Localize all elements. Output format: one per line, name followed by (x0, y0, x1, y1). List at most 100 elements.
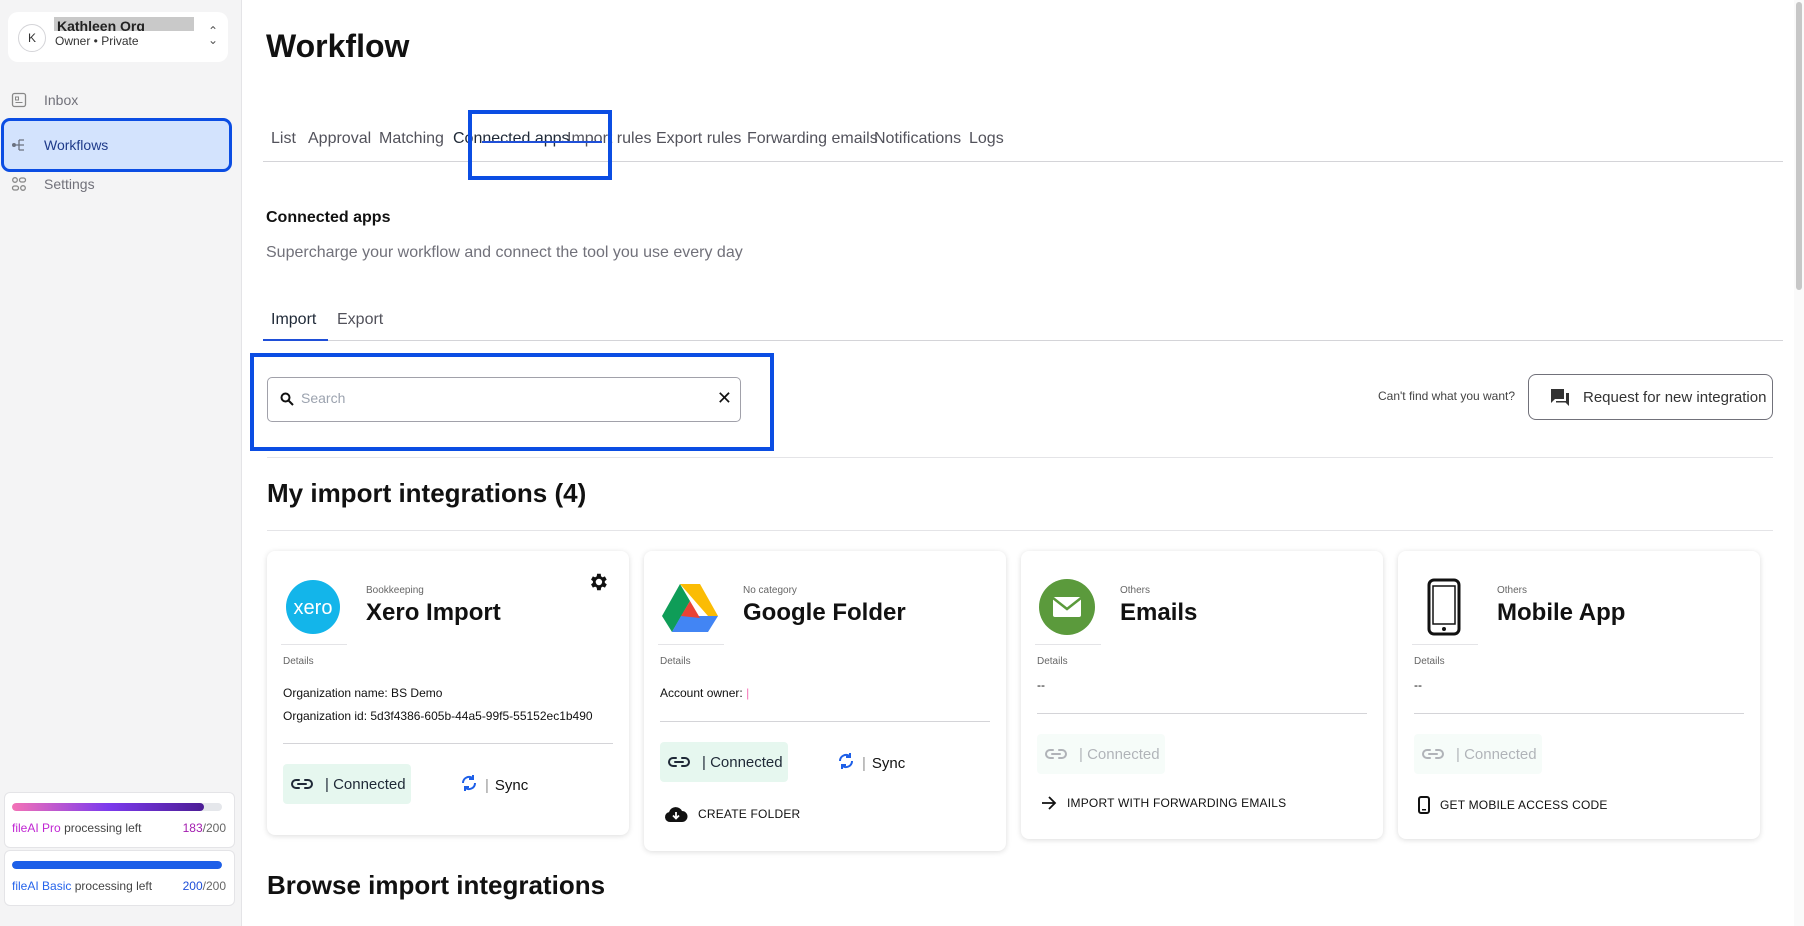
chevron-updown-icon: ⌃ ⌄ (207, 24, 218, 47)
clear-icon[interactable]: ✕ (717, 388, 732, 409)
search-input[interactable] (301, 390, 701, 406)
import-forwarding-emails-button[interactable]: IMPORT WITH FORWARDING EMAILS (1041, 796, 1286, 810)
import-forwarding-label: IMPORT WITH FORWARDING EMAILS (1067, 796, 1287, 810)
card-name: Xero Import (366, 599, 501, 626)
integration-card-emails[interactable]: Others Emails Details -- | Connected IMP… (1021, 551, 1383, 839)
quota-text: processing left (74, 879, 153, 893)
card-name: Emails (1120, 599, 1198, 626)
create-folder-button[interactable]: CREATE FOLDER (664, 805, 800, 823)
scrollbar[interactable] (1794, 0, 1804, 926)
connected-label: | Connected (702, 753, 783, 771)
email-logo (1035, 575, 1099, 639)
sync-label: Sync (871, 754, 906, 772)
integration-card-mobile-app[interactable]: Others Mobile App Details -- | Connected… (1398, 551, 1760, 839)
card-category: No category (743, 585, 797, 596)
main-content: Workflow List Approval Matching Connecte… (243, 0, 1804, 926)
cloud-download-icon (664, 805, 688, 823)
quota-text: processing left (64, 821, 142, 835)
search-icon (280, 392, 294, 411)
org-subtitle: Owner • Private (55, 34, 139, 48)
highlight-connected-apps (468, 110, 612, 180)
tab-matching[interactable]: Matching (379, 130, 444, 148)
sync-icon (836, 751, 856, 775)
sync-icon (459, 773, 479, 797)
connected-status: | Connected (1414, 734, 1542, 774)
divider (267, 457, 1773, 458)
section-title: Connected apps (266, 209, 391, 226)
settings-icon (10, 175, 28, 193)
scrollbar-thumb[interactable] (1796, 2, 1802, 290)
divider (267, 530, 1773, 531)
tab-list[interactable]: List (271, 130, 296, 148)
get-mobile-code-button[interactable]: GET MOBILE ACCESS CODE (1418, 796, 1608, 814)
request-hint: Can't find what you want? (1378, 389, 1516, 403)
connected-status: | Connected (1037, 734, 1165, 774)
phone-logo (1412, 575, 1476, 639)
detail-org-id: Organization id: 5d3f4386-605b-44a5-99f5… (283, 709, 593, 723)
connected-label: | Connected (1079, 745, 1160, 763)
tab-forwarding-emails[interactable]: Forwarding emails (747, 130, 878, 148)
get-mobile-code-label: GET MOBILE ACCESS CODE (1440, 798, 1608, 812)
card-category: Others (1497, 585, 1528, 596)
connected-status: | Connected (283, 764, 411, 804)
sync-button[interactable]: | Sync (459, 773, 528, 797)
sidebar-item-label: Inbox (44, 92, 79, 108)
link-icon (1045, 748, 1067, 760)
xero-logo: xero (281, 575, 345, 639)
link-icon (1422, 748, 1444, 760)
sync-label: Sync (494, 776, 529, 794)
card-name: Google Folder (743, 599, 906, 626)
quota-total: /200 (202, 821, 226, 835)
quota-basic: fileAI Basic processing left 200/200 (4, 850, 235, 906)
quota-used: 183 (182, 821, 203, 835)
card-category: Others (1120, 585, 1151, 596)
link-icon (668, 756, 690, 768)
quota-pro: fileAI Pro processing left 183/200 (4, 792, 235, 848)
sidebar: K Kathleen Org [DEMO] Owner • Private ⌃⌄… (0, 0, 242, 926)
quota-used: 200 (182, 879, 203, 893)
sidebar-item-workflows[interactable]: Workflows (1, 118, 232, 172)
tab-approval[interactable]: Approval (308, 130, 371, 148)
sidebar-item-label: Settings (44, 176, 95, 192)
sidebar-item-settings[interactable]: Settings (4, 163, 229, 205)
detail-account-owner: Account owner: | (660, 686, 750, 700)
gear-icon[interactable] (587, 571, 609, 598)
sidebar-item-inbox[interactable]: Inbox (4, 79, 229, 121)
org-avatar: K (18, 24, 46, 52)
arrow-right-icon (1041, 796, 1057, 810)
tab-export-rules[interactable]: Export rules (656, 130, 741, 148)
integration-card-xero[interactable]: xero Bookkeeping Xero Import Details Org… (267, 551, 629, 835)
section-subtitle: Supercharge your workflow and connect th… (266, 244, 743, 261)
connected-status: | Connected (660, 742, 788, 782)
details-label: Details (660, 656, 691, 667)
quota-brand: fileAI (12, 821, 39, 835)
org-name: Kathleen Org [DEMO] (54, 17, 194, 31)
org-switcher[interactable]: K Kathleen Org [DEMO] Owner • Private ⌃⌄ (8, 12, 228, 62)
create-folder-label: CREATE FOLDER (698, 807, 801, 821)
google-drive-logo (658, 575, 722, 639)
quota-total: /200 (202, 879, 226, 893)
workflow-icon (10, 136, 28, 154)
page-title: Workflow (266, 28, 410, 64)
svg-text:xero: xero (294, 597, 333, 619)
quota-pro-bar (12, 803, 222, 811)
sync-button[interactable]: | Sync (836, 751, 905, 775)
connected-label: | Connected (325, 775, 406, 793)
quota-plan: Pro (42, 821, 61, 835)
tab-export[interactable]: Export (337, 311, 383, 329)
details-label: Details (1414, 656, 1445, 667)
import-export-tabs: Import Export (263, 305, 1783, 341)
request-integration-button[interactable]: Request for new integration (1528, 374, 1773, 420)
details-label: Details (283, 656, 314, 667)
integration-card-google-folder[interactable]: No category Google Folder Details Accoun… (644, 551, 1006, 851)
inbox-icon (10, 91, 28, 109)
tab-import[interactable]: Import (271, 311, 316, 329)
request-button-label: Request for new integration (1583, 388, 1767, 406)
quota-plan: Basic (42, 879, 72, 893)
tab-logs[interactable]: Logs (969, 130, 1004, 148)
link-icon (291, 778, 313, 790)
phone-icon (1418, 796, 1430, 814)
tab-notifications[interactable]: Notifications (874, 130, 961, 148)
card-name: Mobile App (1497, 599, 1626, 626)
quota-brand: fileAI (12, 879, 39, 893)
